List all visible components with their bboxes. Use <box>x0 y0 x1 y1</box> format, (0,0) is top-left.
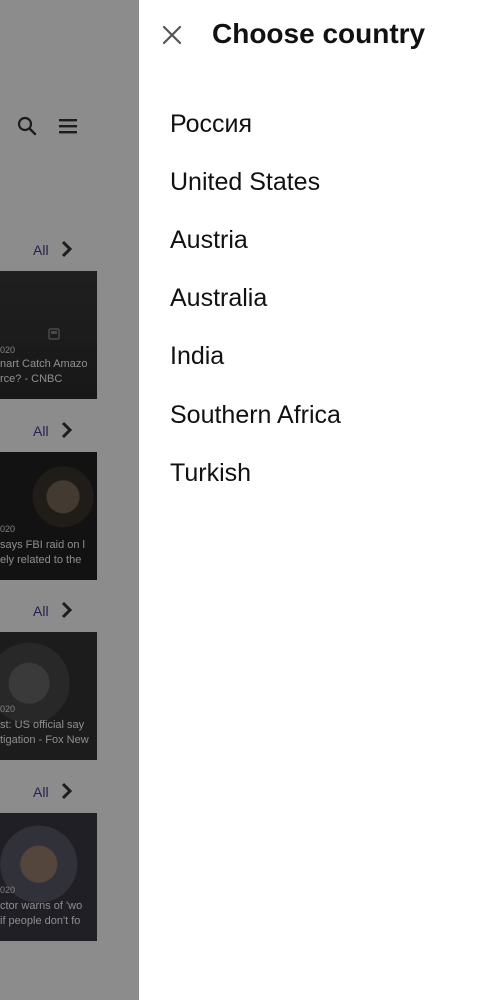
country-item-southern-africa[interactable]: Southern Africa <box>170 386 470 444</box>
country-item-russia[interactable]: Россия <box>170 95 470 153</box>
close-icon[interactable] <box>159 22 185 48</box>
country-item-united-states[interactable]: United States <box>170 153 470 211</box>
drawer-scrim[interactable] <box>0 0 139 1000</box>
drawer-title: Choose country <box>212 18 426 49</box>
country-drawer: Choose country Россия United States Aust… <box>139 0 500 1000</box>
country-item-austria[interactable]: Austria <box>170 211 470 269</box>
country-item-turkish[interactable]: Turkish <box>170 444 470 502</box>
country-list: Россия United States Austria Australia I… <box>170 95 470 502</box>
country-item-australia[interactable]: Australia <box>170 270 470 328</box>
country-item-india[interactable]: India <box>170 328 470 386</box>
